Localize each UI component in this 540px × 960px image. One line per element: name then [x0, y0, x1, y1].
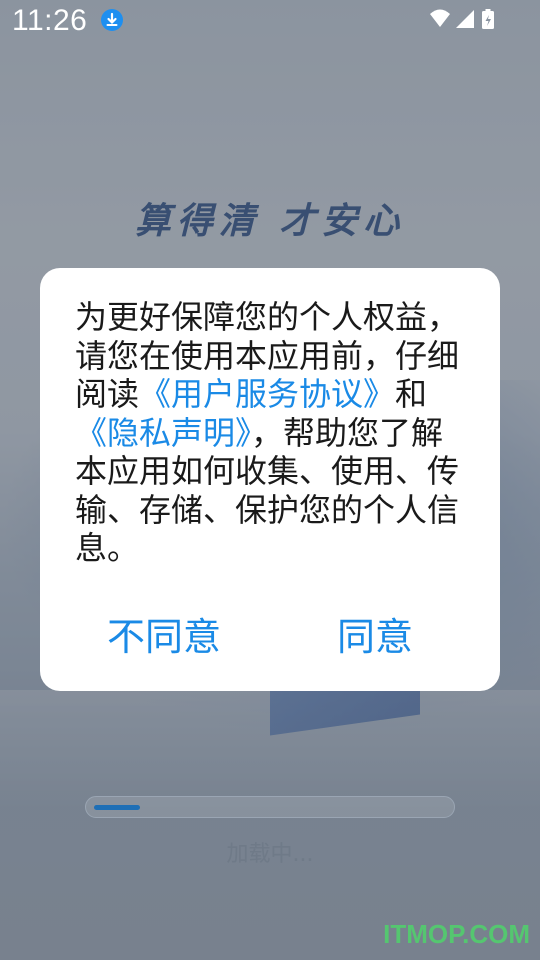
download-icon [101, 9, 123, 31]
status-time: 11:26 [12, 4, 88, 37]
loading-progress-fill [94, 805, 140, 810]
signal-icon [456, 10, 474, 28]
status-bar: 11:26 [0, 0, 540, 44]
privacy-statement-link[interactable]: 《隐私声明》 [75, 414, 251, 452]
loading-progress-bar [85, 796, 455, 818]
privacy-dialog: 为更好保障您的个人权益，请您在使用本应用前，仔细阅读《用户服务协议》和《隐私声明… [40, 268, 500, 691]
decline-button[interactable]: 不同意 [107, 606, 221, 661]
battery-icon [482, 9, 494, 29]
user-agreement-link[interactable]: 《用户服务协议》 [139, 375, 395, 413]
watermark-text: ITMOP.COM [383, 919, 530, 949]
message-text-and: 和 [395, 375, 428, 413]
status-icons [428, 8, 502, 30]
privacy-message: 为更好保障您的个人权益，请您在使用本应用前，仔细阅读《用户服务协议》和《隐私声明… [75, 298, 475, 568]
agree-button[interactable]: 同意 [337, 606, 413, 661]
wifi-icon [430, 9, 450, 27]
loading-text: 加载中... [226, 842, 314, 867]
